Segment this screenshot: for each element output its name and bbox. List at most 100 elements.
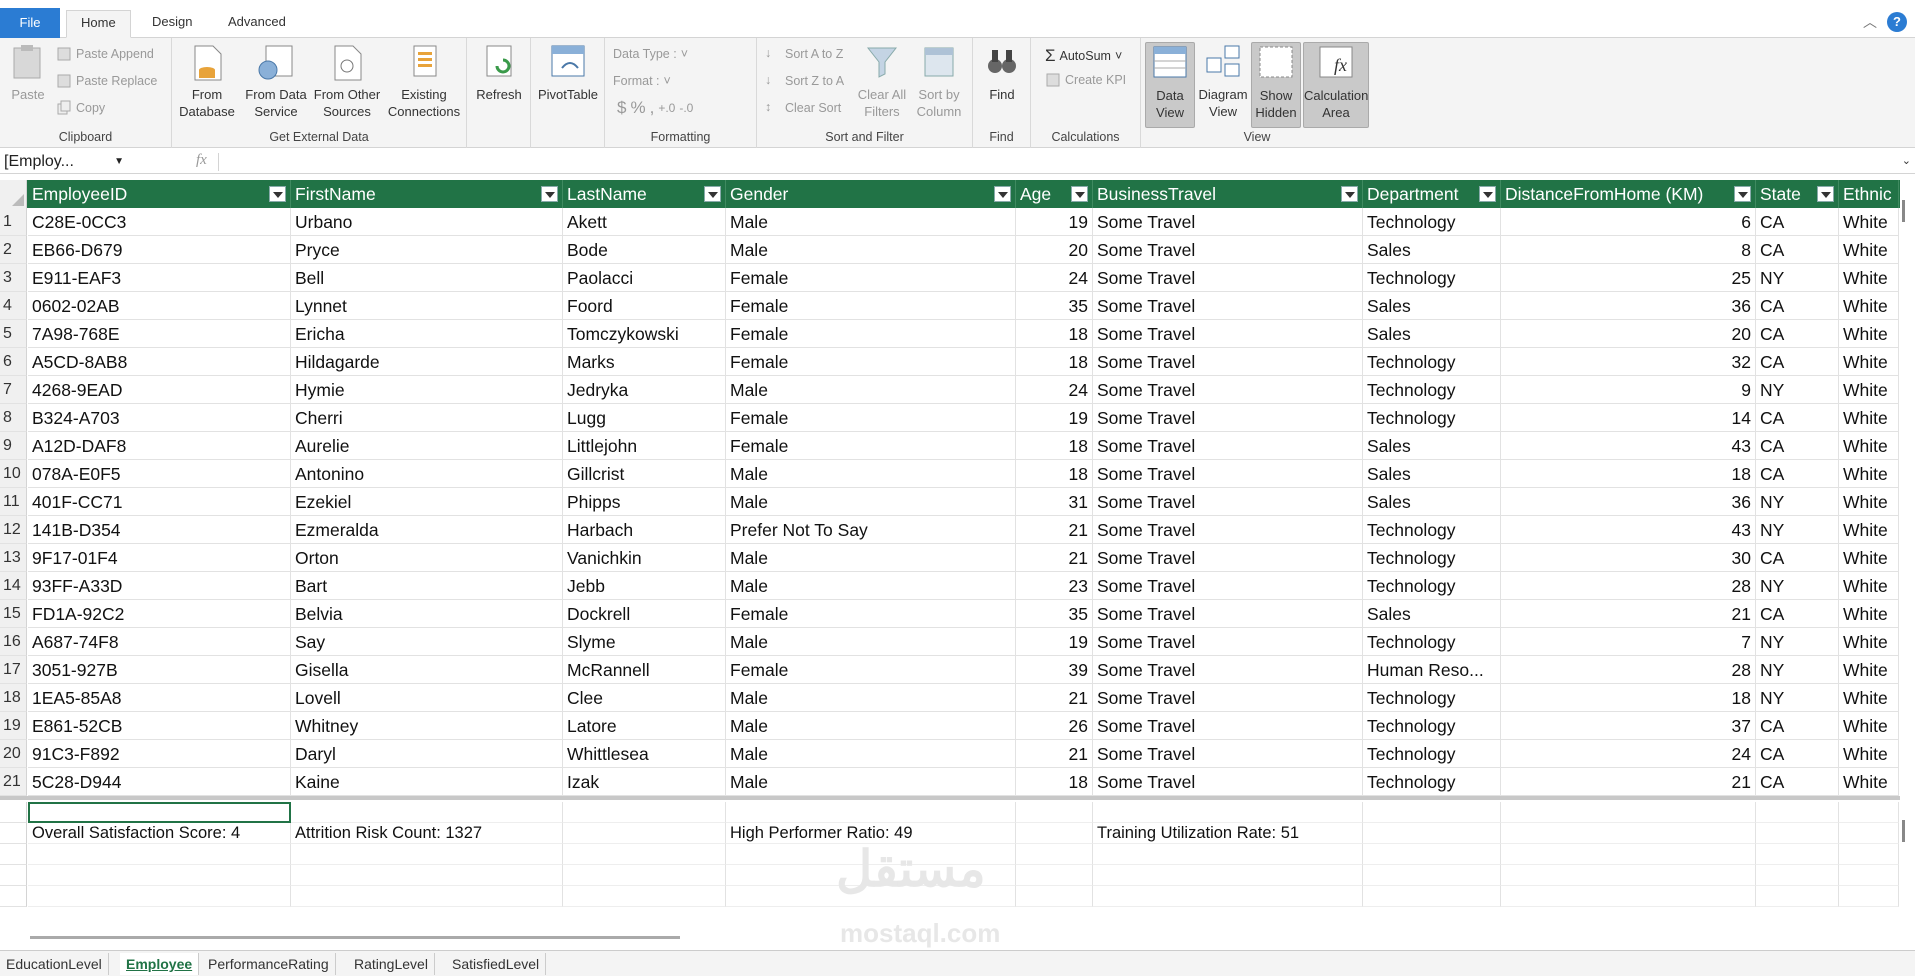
measure-cell[interactable] — [28, 865, 291, 886]
table-cell[interactable]: Male — [726, 376, 1016, 404]
table-cell[interactable]: NY — [1756, 628, 1839, 656]
table-cell[interactable]: Some Travel — [1093, 348, 1363, 376]
table-cell[interactable]: CA — [1756, 320, 1839, 348]
table-cell[interactable]: 31 — [1016, 488, 1093, 516]
table-cell[interactable]: CA — [1756, 348, 1839, 376]
refresh-button[interactable]: Refresh — [471, 42, 527, 103]
table-cell[interactable]: 32 — [1501, 348, 1756, 376]
table-cell[interactable]: Some Travel — [1093, 208, 1363, 236]
table-cell[interactable]: Sales — [1363, 320, 1501, 348]
table-cell[interactable]: Ezekiel — [291, 488, 563, 516]
table-cell[interactable]: E861-52CB — [28, 712, 291, 740]
clear-all-filters-button[interactable]: Clear All Filters — [855, 42, 909, 120]
measure-cell[interactable] — [563, 865, 726, 886]
row-number[interactable]: 14 — [0, 572, 27, 600]
table-cell[interactable]: 078A-E0F5 — [28, 460, 291, 488]
table-cell[interactable]: Male — [726, 740, 1016, 768]
create-kpi-button[interactable]: Create KPI — [1045, 72, 1126, 88]
tab-home[interactable]: Home — [66, 10, 131, 38]
autosum-button[interactable]: Σ AutoSum ˅ — [1045, 46, 1122, 66]
table-cell[interactable]: Aurelie — [291, 432, 563, 460]
table-cell[interactable]: Dockrell — [563, 600, 726, 628]
table-cell[interactable]: Sales — [1363, 488, 1501, 516]
table-cell[interactable]: Latore — [563, 712, 726, 740]
column-header[interactable]: FirstName — [291, 180, 563, 208]
row-number[interactable]: 12 — [0, 516, 27, 544]
clear-sort-button[interactable]: ↕ Clear Sort — [765, 100, 841, 116]
percent-icon[interactable]: % — [630, 98, 645, 118]
table-cell[interactable]: CA — [1756, 236, 1839, 264]
table-cell[interactable]: Technology — [1363, 404, 1501, 432]
measure-cell[interactable] — [1363, 886, 1501, 907]
pivottable-button[interactable]: PivotTable — [533, 42, 603, 103]
row-number[interactable]: 20 — [0, 740, 27, 768]
table-cell[interactable]: Clee — [563, 684, 726, 712]
table-cell[interactable]: NY — [1756, 684, 1839, 712]
measure-cell[interactable] — [1501, 823, 1756, 844]
table-cell[interactable]: Ericha — [291, 320, 563, 348]
table-cell[interactable]: 8 — [1501, 236, 1756, 264]
table-cell[interactable]: Some Travel — [1093, 264, 1363, 292]
filter-dropdown-icon[interactable] — [1817, 186, 1834, 202]
calculation-area-splitter[interactable] — [0, 796, 1900, 800]
table-cell[interactable]: Technology — [1363, 544, 1501, 572]
table-cell[interactable]: 28 — [1501, 656, 1756, 684]
data-view-button[interactable]: Data View — [1145, 42, 1195, 128]
table-cell[interactable]: 19 — [1016, 628, 1093, 656]
table-cell[interactable]: 3051-927B — [28, 656, 291, 684]
table-cell[interactable]: Some Travel — [1093, 432, 1363, 460]
table-cell[interactable]: Slyme — [563, 628, 726, 656]
table-cell[interactable]: 401F-CC71 — [28, 488, 291, 516]
table-cell[interactable]: White — [1839, 376, 1899, 404]
table-cell[interactable]: Male — [726, 544, 1016, 572]
table-cell[interactable]: Technology — [1363, 376, 1501, 404]
table-cell[interactable]: NY — [1756, 376, 1839, 404]
row-number[interactable]: 1 — [0, 208, 27, 236]
table-cell[interactable]: 37 — [1501, 712, 1756, 740]
table-cell[interactable]: 9F17-01F4 — [28, 544, 291, 572]
paste-replace-button[interactable]: Paste Replace — [56, 73, 157, 89]
table-cell[interactable]: Male — [726, 684, 1016, 712]
row-number[interactable]: 5 — [0, 320, 27, 348]
table-cell[interactable]: 18 — [1501, 684, 1756, 712]
table-cell[interactable]: White — [1839, 572, 1899, 600]
table-cell[interactable]: Phipps — [563, 488, 726, 516]
measure-cell[interactable] — [291, 865, 563, 886]
row-number[interactable]: 6 — [0, 348, 27, 376]
table-cell[interactable]: 7A98-768E — [28, 320, 291, 348]
table-cell[interactable]: Technology — [1363, 572, 1501, 600]
table-cell[interactable]: Bell — [291, 264, 563, 292]
table-cell[interactable]: Some Travel — [1093, 236, 1363, 264]
table-cell[interactable]: Izak — [563, 768, 726, 796]
table-cell[interactable]: White — [1839, 348, 1899, 376]
from-data-service-button[interactable]: From Data Service — [244, 42, 308, 120]
table-cell[interactable]: Female — [726, 404, 1016, 432]
table-cell[interactable]: White — [1839, 320, 1899, 348]
fx-icon[interactable]: fx — [196, 152, 207, 169]
measure-cell[interactable]: Attrition Risk Count: 1327 — [291, 823, 563, 844]
table-cell[interactable]: Technology — [1363, 740, 1501, 768]
sheet-tab[interactable]: Employee — [120, 953, 200, 975]
measure-cell[interactable] — [1501, 844, 1756, 865]
table-cell[interactable]: 18 — [1016, 432, 1093, 460]
measure-cell[interactable] — [291, 844, 563, 865]
column-header[interactable]: EmployeeID — [28, 180, 291, 208]
table-cell[interactable]: White — [1839, 208, 1899, 236]
table-cell[interactable]: Urbano — [291, 208, 563, 236]
table-cell[interactable]: Some Travel — [1093, 544, 1363, 572]
table-cell[interactable]: Kaine — [291, 768, 563, 796]
from-other-sources-button[interactable]: From Other Sources — [312, 42, 382, 120]
measure-cell[interactable] — [291, 802, 563, 823]
filter-dropdown-icon[interactable] — [1734, 186, 1751, 202]
measure-cell[interactable] — [563, 823, 726, 844]
measure-cell[interactable] — [291, 886, 563, 907]
table-cell[interactable]: Whittlesea — [563, 740, 726, 768]
measure-cell[interactable] — [563, 844, 726, 865]
existing-connections-button[interactable]: Existing Connections — [386, 42, 462, 120]
table-cell[interactable]: White — [1839, 712, 1899, 740]
measure-cell[interactable] — [563, 802, 726, 823]
table-cell[interactable]: CA — [1756, 544, 1839, 572]
table-cell[interactable]: Whitney — [291, 712, 563, 740]
measure-cell[interactable] — [1756, 844, 1839, 865]
table-cell[interactable]: Daryl — [291, 740, 563, 768]
